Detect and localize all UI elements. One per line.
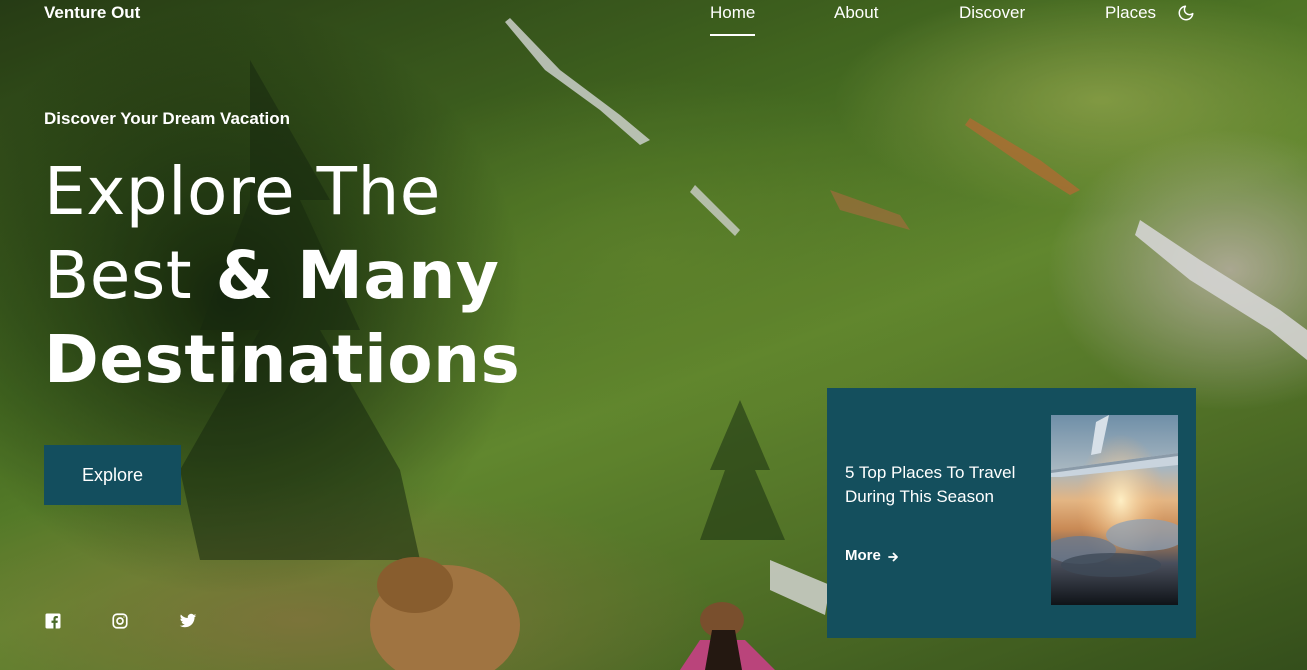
card-more-label: More [845, 547, 881, 564]
explore-button[interactable]: Explore [44, 445, 181, 505]
headline-bold-text-1: & Many [215, 237, 500, 314]
card-title[interactable]: 5 Top Places To Travel During This Seaso… [845, 461, 1035, 509]
moon-icon[interactable] [1177, 4, 1197, 24]
nav-about-link[interactable]: About [834, 3, 878, 23]
arrow-right-icon [887, 550, 899, 562]
site-logo[interactable]: Venture Out [44, 3, 140, 23]
hero-subtitle: Discover Your Dream Vacation [44, 109, 290, 128]
nav-places-link[interactable]: Places [1105, 3, 1156, 23]
instagram-icon[interactable] [111, 612, 131, 632]
hero-headline: Explore The Best & Many Destinations [44, 150, 524, 402]
twitter-icon[interactable] [178, 612, 198, 632]
featured-article-card[interactable]: 5 Top Places To Travel During This Seaso… [827, 388, 1196, 638]
nav-home-link[interactable]: Home [710, 3, 756, 36]
facebook-icon[interactable] [44, 612, 64, 632]
headline-bold-text-2: Destinations [44, 321, 521, 398]
airplane-wing-sunset-image [1051, 415, 1178, 605]
social-links [44, 612, 245, 632]
site-header: Venture Out Home About Discover Places [0, 0, 1307, 40]
nav-discover-link[interactable]: Discover [959, 3, 1025, 23]
card-more-link[interactable]: More [845, 547, 899, 564]
